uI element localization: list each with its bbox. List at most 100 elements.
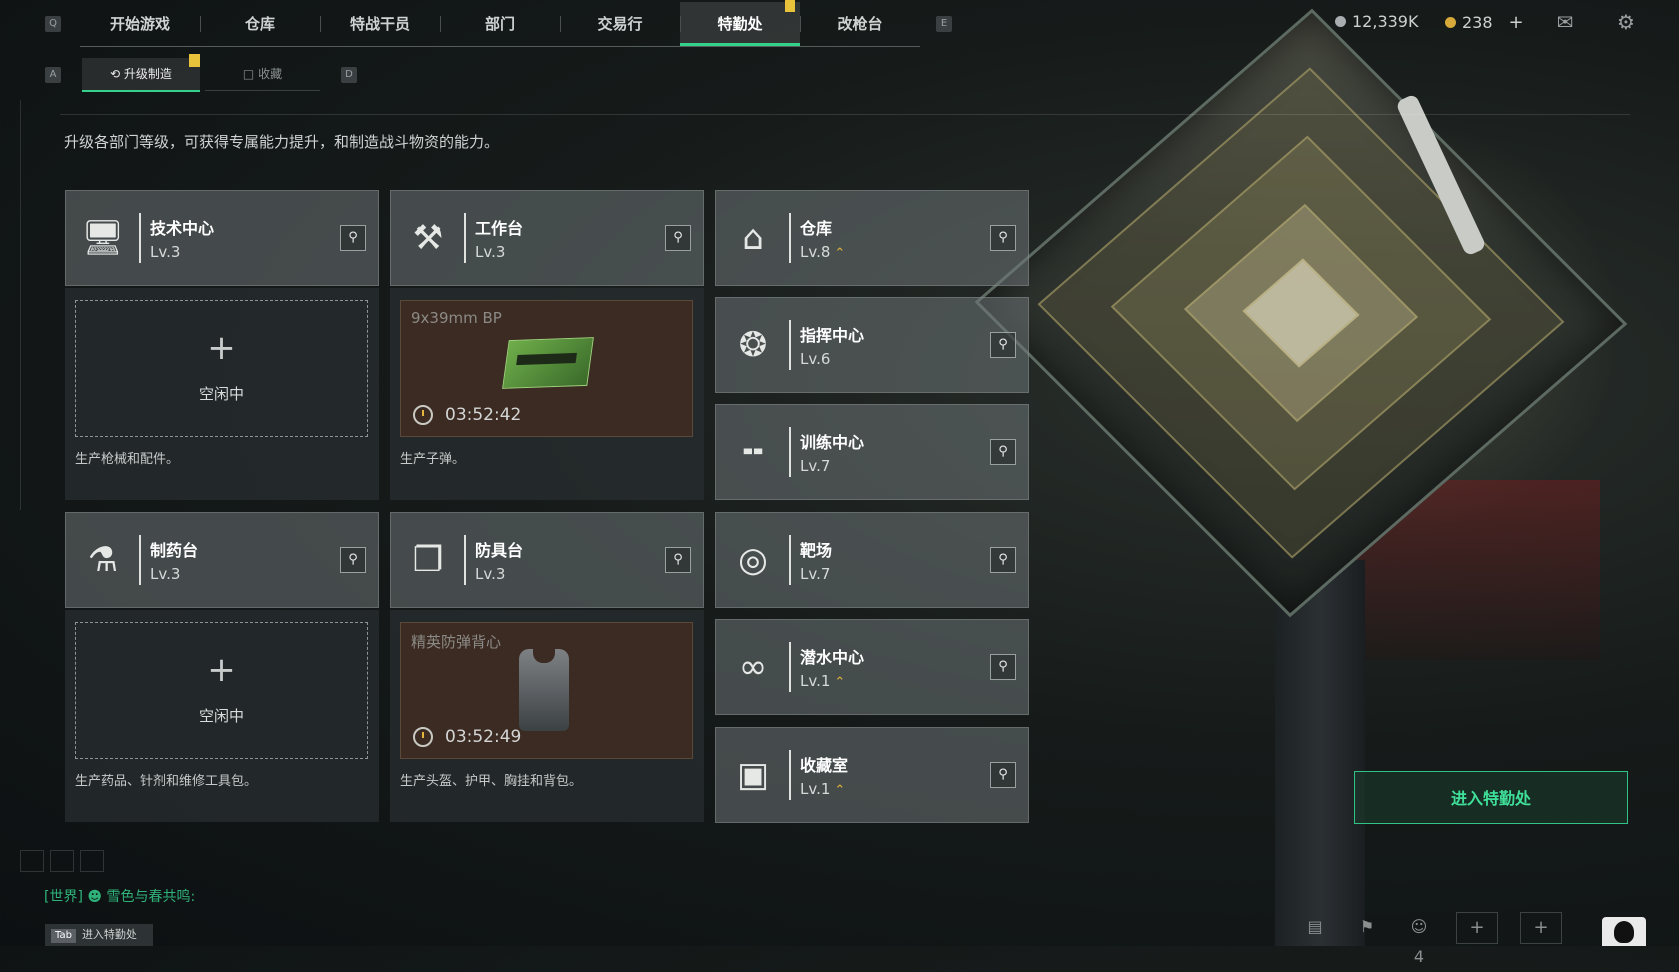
search-icon[interactable]: ⚲ [340, 225, 366, 251]
department-card-collection[interactable]: ▣ 收藏室 Lv.1 ⌃ ⚲ [715, 727, 1029, 823]
card-separator [789, 427, 791, 477]
department-level: Lv.3 [475, 243, 506, 261]
flag-icon[interactable]: ⚑ [1352, 912, 1382, 942]
department-card-training[interactable]: ╍ 训练中心 Lv.7 ⚲ [715, 404, 1029, 500]
tab-warehouse[interactable]: 仓库 [200, 2, 320, 46]
silver-currency: 12,339K [1335, 12, 1418, 31]
tab-key-label: 进入特勤处 [81, 928, 137, 941]
department-level: Lv.6 [800, 350, 831, 368]
display-case-icon: ▣ [736, 755, 770, 795]
search-icon[interactable]: ⚲ [990, 439, 1016, 465]
timer-clock-icon [413, 727, 433, 747]
department-level: Lv.3 [475, 565, 506, 583]
friends-icon[interactable]: ☺ 4 [1404, 912, 1434, 966]
department-level: Lv.8 ⌃ [800, 243, 845, 261]
upgrade-available-icon: ⌃ [834, 675, 846, 690]
department-name: 制药台 [150, 541, 199, 560]
tab-key-hint[interactable]: Tab 进入特勤处 [45, 924, 153, 946]
settings-gear-icon[interactable]: ⚙ [1614, 12, 1638, 32]
card-separator [789, 750, 791, 800]
search-icon[interactable]: ⚲ [990, 225, 1016, 251]
search-icon[interactable]: ⚲ [990, 762, 1016, 788]
department-card-command[interactable]: ❂ 指挥中心 Lv.6 ⚲ [715, 297, 1029, 393]
item-name: 9x39mm BP [411, 309, 502, 327]
search-icon[interactable]: ⚲ [665, 547, 691, 573]
search-icon[interactable]: ⚲ [990, 547, 1016, 573]
add-production-icon: + [207, 328, 236, 368]
card-separator [464, 213, 466, 263]
department-name: 训练中心 [800, 433, 865, 452]
subtab-collection-label: 收藏 [258, 67, 283, 81]
card-separator [139, 535, 141, 585]
friends-count: 4 [1413, 947, 1425, 966]
silver-amount: 12,339K [1352, 12, 1419, 31]
tab-trading[interactable]: 交易行 [560, 2, 680, 46]
mail-icon[interactable]: ✉ [1553, 12, 1577, 32]
search-icon[interactable]: ⚲ [340, 547, 366, 573]
subtab-upgrade-craft[interactable]: ⟲ 升级制造 [82, 58, 200, 92]
production-slot-idle[interactable]: + 空闲中 [75, 622, 368, 759]
department-level: Lv.7 [800, 565, 831, 583]
search-icon[interactable]: ⚲ [665, 225, 691, 251]
user-icon: ☻ [87, 889, 102, 905]
key-hint-next-subtab: D [341, 67, 357, 83]
diving-mask-icon: ∞ [738, 647, 768, 687]
department-card-range[interactable]: ◎ 靶场 Lv.7 ⚲ [715, 512, 1029, 608]
tab-special-services[interactable]: 特勤处 [680, 2, 800, 46]
tab-gunsmith[interactable]: 改枪台 [800, 2, 920, 46]
level-text: Lv.1 [800, 672, 831, 690]
add-slot-button[interactable]: + [1456, 912, 1498, 944]
chat-line[interactable]: [世界] ☻ 雪色与春共鸣: [44, 886, 195, 906]
production-slot-idle[interactable]: + 空闲中 [75, 300, 368, 437]
card-separator [789, 535, 791, 585]
top-navigation: Q 开始游戏 仓库 特战干员 部门 交易行 特勤处 改枪台 E 12,339K … [0, 0, 1679, 48]
card-separator [789, 213, 791, 263]
tab-departments[interactable]: 部门 [440, 2, 560, 46]
add-currency-button[interactable]: + [1509, 12, 1524, 33]
tab-operators[interactable]: 特战干员 [320, 2, 440, 46]
panel-description: 生产枪械和配件。 [75, 452, 180, 467]
panel-description: 生产头盔、护甲、胸挂和背包。 [400, 774, 583, 789]
gold-currency: 238 + [1445, 12, 1524, 33]
department-name: 潜水中心 [800, 648, 865, 667]
upgrade-available-icon: ⌃ [834, 246, 846, 261]
enter-special-services-button[interactable]: 进入特勤处 [1354, 771, 1628, 824]
production-panel-tech: + 空闲中 生产枪械和配件。 [65, 288, 379, 500]
avatar[interactable] [1602, 917, 1646, 946]
cubes-icon: ❐ [412, 540, 444, 580]
department-card-warehouse[interactable]: ⌂ 仓库 Lv.8 ⌃ ⚲ [715, 190, 1029, 286]
production-slot-busy[interactable]: 精英防弹背心 03:52:49 [400, 622, 693, 759]
department-name: 工作台 [475, 219, 524, 238]
upgrade-icon: ⟲ [110, 67, 124, 81]
tab-key: Tab [51, 929, 76, 943]
tab-start-game[interactable]: 开始游戏 [80, 2, 200, 46]
department-card-diving[interactable]: ∞ 潜水中心 Lv.1 ⌃ ⚲ [715, 619, 1029, 715]
silver-coin-icon [1335, 16, 1346, 27]
card-separator [789, 320, 791, 370]
department-name: 防具台 [475, 541, 524, 560]
decor-squares [20, 850, 104, 872]
collection-icon: □ [242, 67, 259, 81]
key-hint-next-tab: E [936, 16, 952, 32]
level-text: Lv.1 [800, 780, 831, 798]
production-panel-armor: 精英防弹背心 03:52:49 生产头盔、护甲、胸挂和背包。 [390, 610, 704, 822]
add-slot-button[interactable]: + [1520, 912, 1562, 944]
department-card-pharmacy[interactable]: ⚗ 制药台 Lv.3 ⚲ [65, 512, 379, 608]
department-card-workbench[interactable]: ⚒ 工作台 Lv.3 ⚲ [390, 190, 704, 286]
gold-coin-icon [1445, 17, 1456, 28]
subtab-collection[interactable]: □ 收藏 [205, 58, 320, 91]
department-level: Lv.3 [150, 243, 181, 261]
search-icon[interactable]: ⚲ [990, 654, 1016, 680]
key-hint-prev-tab: Q [45, 16, 61, 32]
department-name: 靶场 [800, 541, 833, 560]
hammer-wrench-icon: ⚒ [412, 218, 444, 258]
panel-description: 生产子弹。 [400, 452, 466, 467]
stats-chart-icon[interactable]: ▤ [1300, 912, 1330, 942]
monitor-icon: 🖥 [81, 218, 125, 258]
search-icon[interactable]: ⚲ [990, 332, 1016, 358]
department-card-armor[interactable]: ❐ 防具台 Lv.3 ⚲ [390, 512, 704, 608]
gold-amount: 238 [1462, 13, 1493, 32]
production-slot-busy[interactable]: 9x39mm BP 03:52:42 [400, 300, 693, 437]
subtab-alert-badge [189, 54, 200, 67]
department-card-tech[interactable]: 🖥 技术中心 Lv.3 ⚲ [65, 190, 379, 286]
